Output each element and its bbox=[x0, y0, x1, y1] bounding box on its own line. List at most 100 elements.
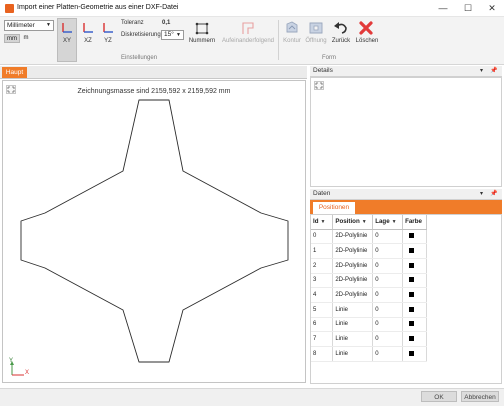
table-row[interactable]: 4 2D-Polylinie 0 bbox=[311, 287, 427, 303]
unit-mm-toggle[interactable]: mm bbox=[4, 34, 20, 43]
table-row[interactable]: 0 2D-Polylinie 0 bbox=[311, 229, 427, 245]
diskretisierung-label: Diskretisierung bbox=[121, 32, 161, 38]
aufeinanderfolgend-label: Aufeinanderfolgend bbox=[221, 38, 275, 44]
cell-lage: 0 bbox=[372, 243, 404, 259]
axes-yz-icon bbox=[103, 23, 113, 33]
unit-select[interactable]: Millimeter ▼ bbox=[4, 20, 54, 31]
panel-menu-icon[interactable]: ▾ bbox=[480, 189, 483, 199]
column-header-farbe[interactable]: Farbe bbox=[402, 215, 427, 230]
nummern-label: Nummern bbox=[188, 38, 216, 44]
loeschen-label: Löschen bbox=[355, 38, 379, 44]
ribbon-toolbar: Millimeter ▼ mm m XY XZ YZ Toleranz 0,1 … bbox=[0, 17, 504, 65]
minimize-button[interactable]: — bbox=[435, 2, 451, 14]
details-title: Details bbox=[313, 67, 333, 74]
panel-menu-icon[interactable]: ▾ bbox=[480, 66, 483, 76]
color-swatch bbox=[409, 292, 415, 298]
cell-position: 2D-Polylinie bbox=[332, 258, 374, 274]
table-row[interactable]: 3 2D-Polylinie 0 bbox=[311, 273, 427, 289]
axis-y-label: Y bbox=[9, 358, 14, 364]
main-tabstrip bbox=[0, 66, 307, 79]
column-header-position[interactable]: Position ▼ bbox=[332, 215, 374, 230]
tab-positionen[interactable]: Positionen bbox=[313, 202, 355, 214]
cell-farbe bbox=[402, 229, 427, 245]
window-title: Import einer Platten-Geometrie aus einer… bbox=[17, 4, 179, 11]
table-row[interactable]: 7 Linie 0 bbox=[311, 331, 427, 347]
filter-icon: ▼ bbox=[320, 219, 326, 226]
color-swatch bbox=[409, 233, 415, 239]
tab-haupt[interactable]: Haupt bbox=[2, 67, 27, 78]
cell-farbe bbox=[402, 346, 427, 362]
axes-xz-icon bbox=[83, 23, 93, 33]
kontur-label: Kontur bbox=[283, 38, 301, 44]
toleranz-label: Toleranz bbox=[121, 20, 144, 26]
plate-geometry-drawing bbox=[20, 99, 289, 363]
axes-xy-icon bbox=[62, 23, 72, 33]
cell-farbe bbox=[402, 287, 427, 303]
chevron-down-icon: ▼ bbox=[176, 32, 181, 38]
unit-m-toggle[interactable]: m bbox=[20, 34, 32, 43]
app-icon bbox=[5, 4, 14, 13]
oeffnung-label: Öffnung bbox=[305, 38, 327, 44]
cell-id: 3 bbox=[311, 273, 334, 289]
pin-icon[interactable]: 📌 bbox=[490, 189, 497, 199]
undo-icon bbox=[334, 22, 347, 34]
cell-lage: 0 bbox=[372, 229, 404, 245]
column-header-id[interactable]: Id ▼ bbox=[311, 215, 334, 230]
diskretisierung-value: 15° bbox=[164, 31, 174, 38]
color-swatch bbox=[409, 336, 415, 342]
maximize-button[interactable]: ☐ bbox=[460, 2, 476, 14]
cell-position: 2D-Polylinie bbox=[332, 243, 374, 259]
unit-select-value: Millimeter bbox=[7, 22, 35, 29]
cell-position: Linie bbox=[332, 302, 374, 318]
cell-position: 2D-Polylinie bbox=[332, 273, 374, 289]
positions-table-container: Id ▼ Position ▼ Lage ▼ Farbe 0 2D-Polylinie 0… bbox=[310, 214, 502, 384]
pin-icon[interactable]: 📌 bbox=[490, 66, 497, 76]
cell-id: 4 bbox=[311, 287, 334, 303]
cell-position: Linie bbox=[332, 331, 374, 347]
cell-farbe bbox=[402, 302, 427, 318]
toleranz-value[interactable]: 0,1 bbox=[162, 20, 170, 26]
table-row[interactable]: 5 Linie 0 bbox=[311, 302, 427, 318]
zurueck-label: Zurück bbox=[331, 38, 351, 44]
cell-id: 8 bbox=[311, 346, 334, 362]
table-row[interactable]: 8 Linie 0 bbox=[311, 346, 427, 362]
diskretisierung-select[interactable]: 15° ▼ bbox=[161, 30, 184, 40]
numbering-icon bbox=[195, 22, 209, 35]
color-swatch bbox=[409, 247, 415, 253]
cell-id: 1 bbox=[311, 243, 334, 259]
delete-icon bbox=[359, 21, 373, 35]
ok-button[interactable]: OK bbox=[421, 391, 457, 402]
cell-position: 2D-Polylinie bbox=[332, 287, 374, 303]
cell-lage: 0 bbox=[372, 317, 404, 333]
table-row[interactable]: 1 2D-Polylinie 0 bbox=[311, 243, 427, 259]
color-swatch bbox=[409, 306, 415, 312]
contour-icon bbox=[286, 21, 298, 33]
filter-icon: ▼ bbox=[361, 219, 367, 226]
details-header: Details bbox=[310, 66, 502, 77]
color-swatch bbox=[409, 321, 415, 327]
table-header-row: Id ▼ Position ▼ Lage ▼ Farbe bbox=[311, 215, 427, 230]
cell-id: 6 bbox=[311, 317, 334, 333]
color-swatch bbox=[409, 350, 415, 356]
cell-lage: 0 bbox=[372, 258, 404, 274]
form-group-label: Form bbox=[322, 55, 336, 61]
cancel-button[interactable]: Abbrechen bbox=[461, 391, 499, 402]
cell-position: 2D-Polylinie bbox=[332, 229, 374, 245]
view-xz-label: XZ bbox=[84, 38, 92, 44]
daten-header: Daten bbox=[310, 189, 502, 200]
filter-icon: ▼ bbox=[391, 219, 397, 226]
table-row[interactable]: 6 Linie 0 bbox=[311, 317, 427, 333]
cell-lage: 0 bbox=[372, 346, 404, 362]
details-content bbox=[310, 77, 502, 187]
title-bar: Import einer Platten-Geometrie aus einer… bbox=[0, 0, 504, 17]
table-row[interactable]: 2 2D-Polylinie 0 bbox=[311, 258, 427, 274]
cell-lage: 0 bbox=[372, 302, 404, 318]
color-swatch bbox=[409, 262, 415, 268]
einstellungen-group-label: Einstellungen bbox=[121, 55, 158, 61]
column-header-lage[interactable]: Lage ▼ bbox=[372, 215, 404, 230]
axis-x-label: X bbox=[25, 370, 30, 376]
close-window-button[interactable]: ✕ bbox=[484, 2, 500, 14]
opening-icon bbox=[309, 22, 323, 34]
expand-icon[interactable] bbox=[314, 81, 324, 90]
cell-position: Linie bbox=[332, 346, 374, 362]
